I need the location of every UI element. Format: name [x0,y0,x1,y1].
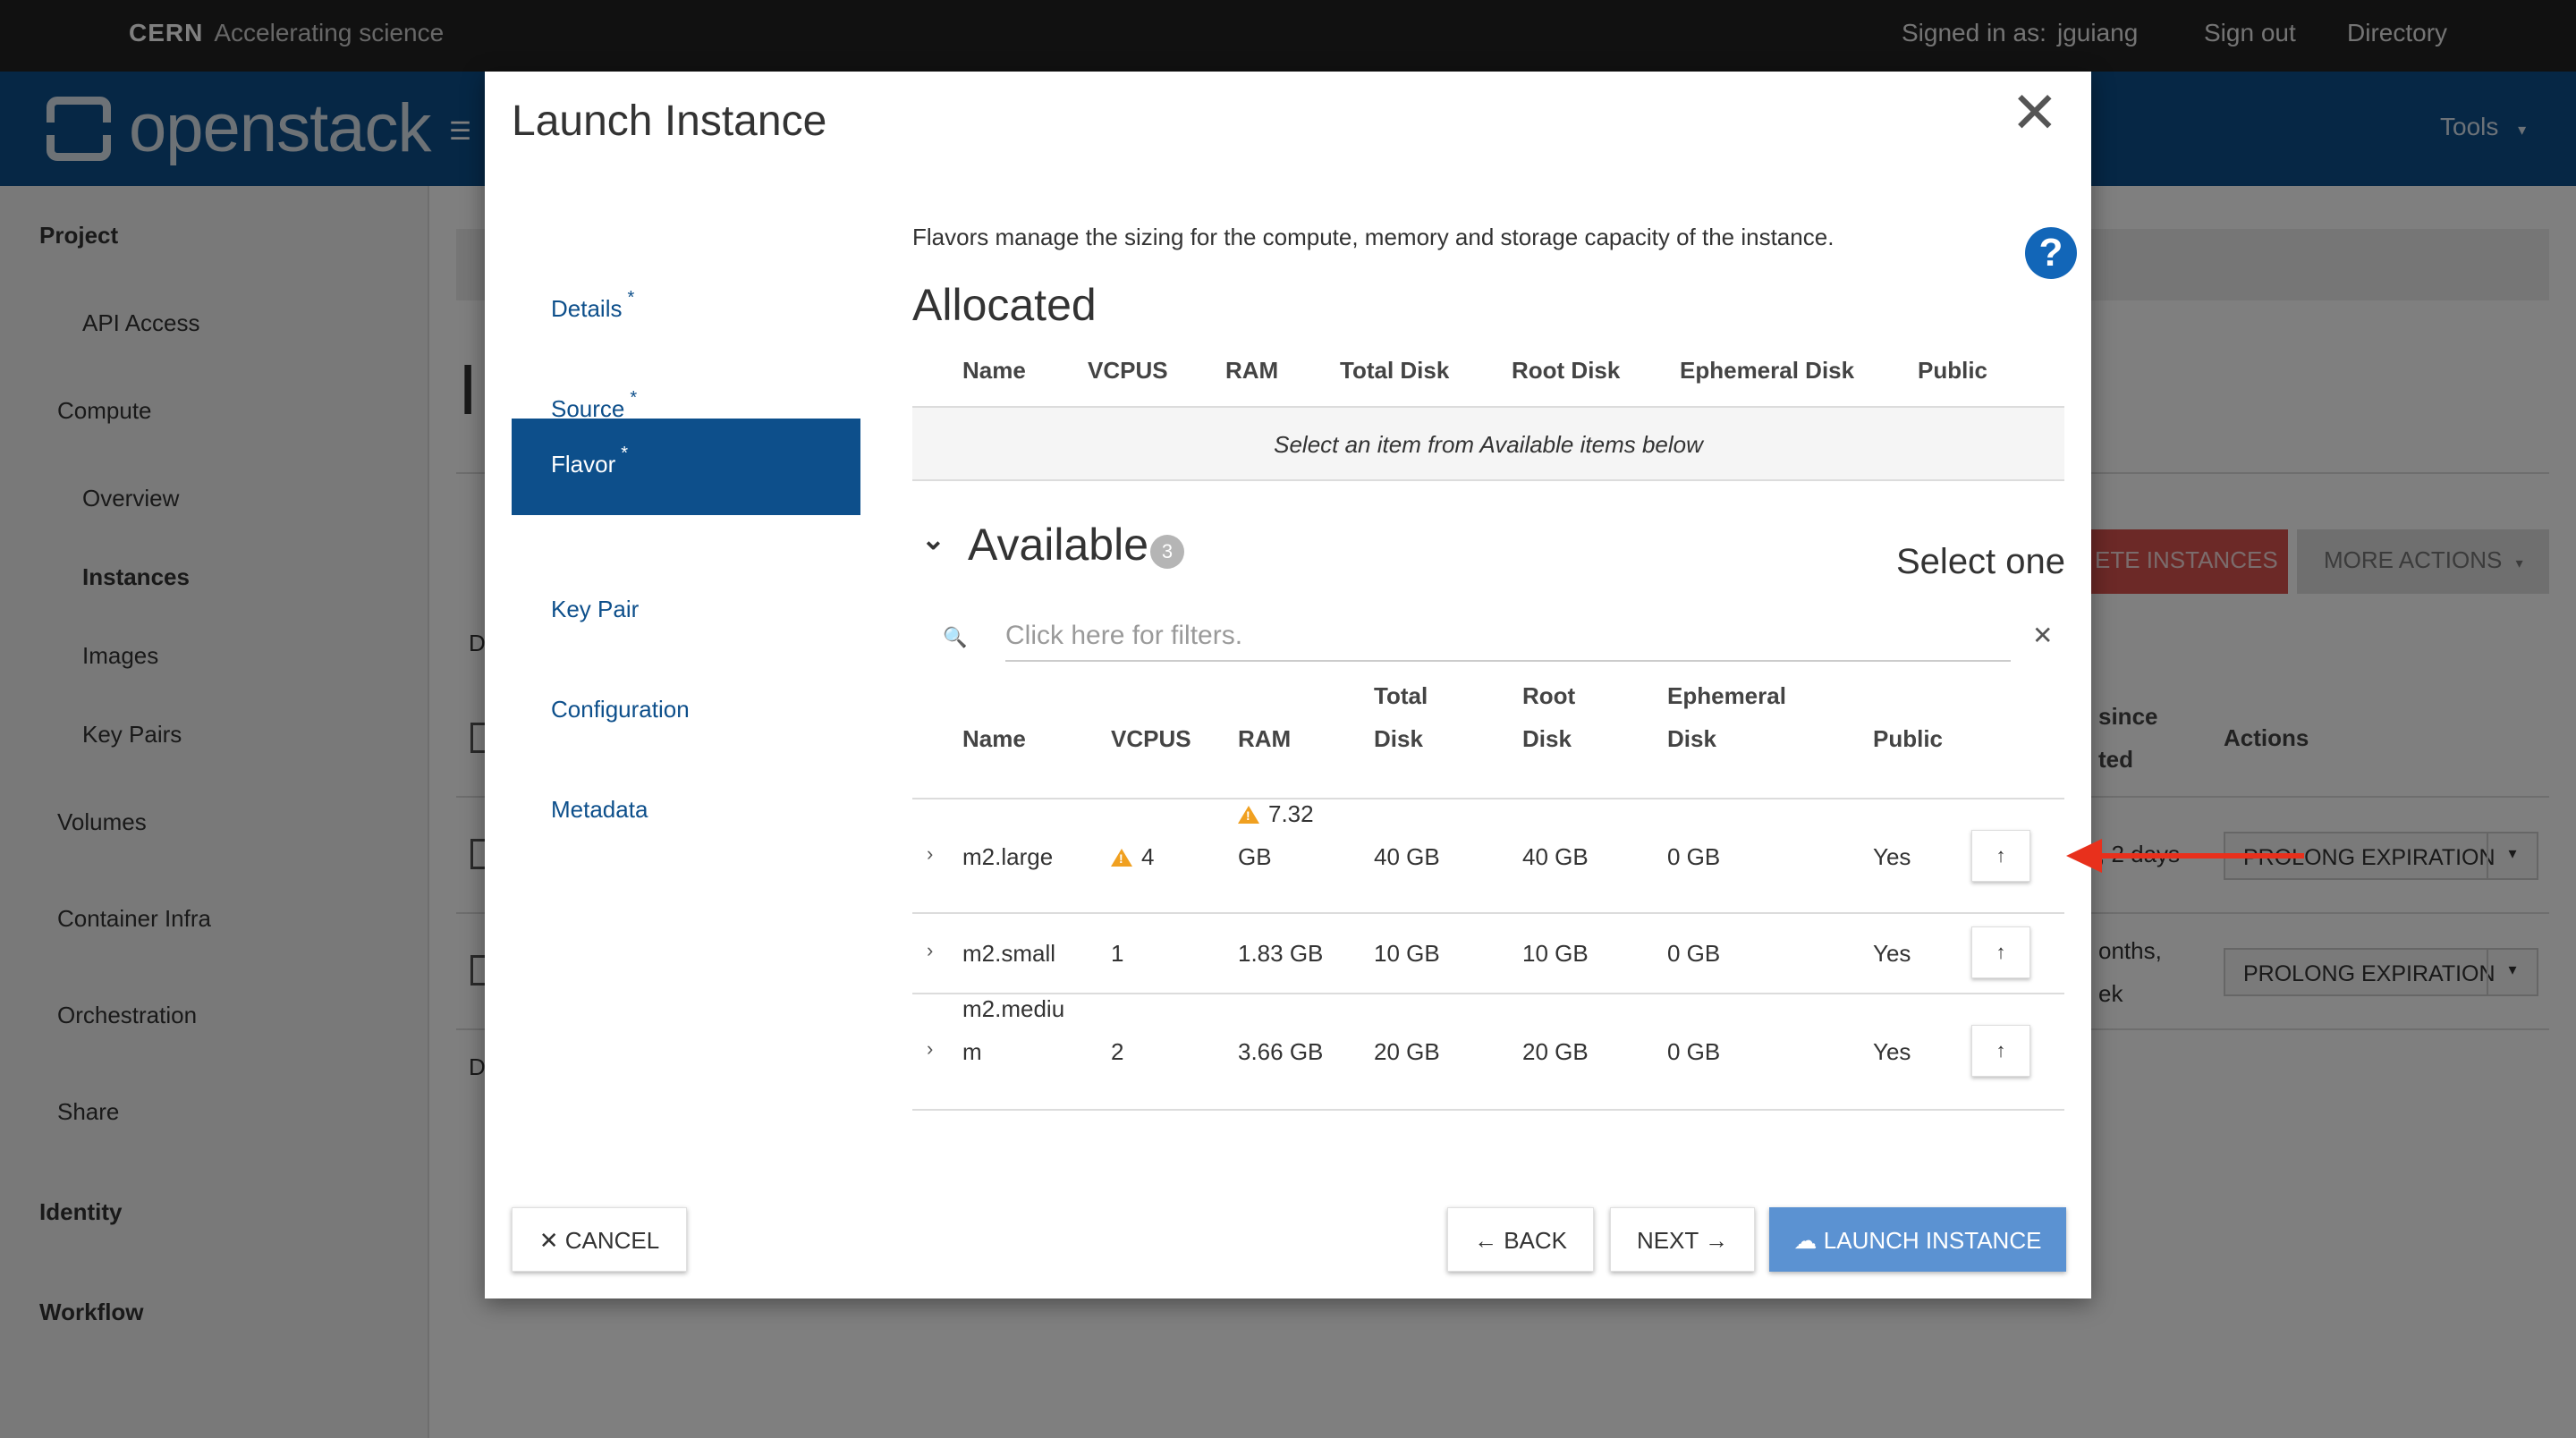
arrow-up-icon: ↑ [1996,1039,2006,1062]
table-row[interactable]: › m2.large 4 7.32 GB 40 GB 40 GB 0 GB Ye… [912,798,2064,914]
flavor-ephemeral-disk: 0 GB [1667,843,1721,870]
flavor-ephemeral-disk: 0 GB [1667,940,1721,967]
flavor-vcpus: 2 [1111,1038,1124,1065]
wizard-step-configuration[interactable]: Configuration [512,664,860,760]
flavor-public: Yes [1873,940,1911,967]
flavor-public: Yes [1873,843,1911,870]
allocated-col-ram[interactable]: RAM [1225,349,1278,392]
back-button[interactable]: ← BACK [1447,1207,1594,1272]
modal-title: Launch Instance [512,97,827,145]
flavor-public: Yes [1873,1038,1911,1065]
allocated-col-name[interactable]: Name [962,349,1026,392]
allocated-col-vcpus[interactable]: VCPUS [1088,349,1168,392]
step-label: Configuration [551,696,690,723]
available-col-vcpus[interactable]: VCPUS [1111,717,1191,760]
wizard-step-key-pair[interactable]: Key Pair [512,563,860,660]
available-col-total-disk-2: Disk [1374,725,1423,752]
chevron-right-icon[interactable]: › [927,1037,933,1061]
vcpus-value: 4 [1141,843,1155,870]
wizard-step-details[interactable]: Details * [512,263,860,360]
annotation-arrow-head-icon [2066,839,2102,873]
table-row[interactable]: › m2.small 1 1.83 GB 10 GB 10 GB 0 GB Ye… [912,914,2064,994]
flavor-vcpus: 1 [1111,940,1124,967]
available-count-badge: 3 [1150,535,1184,569]
clear-filter-icon[interactable]: ✕ [2032,621,2053,650]
chevron-right-icon[interactable]: › [927,842,933,866]
available-col-total-disk[interactable]: Total [1374,674,1428,717]
search-icon: 🔍 [943,626,968,648]
arrow-up-icon: ↑ [1996,844,2006,867]
flavor-total-disk: 20 GB [1374,1038,1440,1065]
annotation-arrow [2089,853,2304,859]
flavor-ram: 7.32 [1238,792,1314,835]
required-marker: * [621,444,629,463]
required-marker: * [627,288,635,308]
flavor-name-2: m [962,1038,982,1065]
available-col-root-disk[interactable]: Root [1522,674,1575,717]
launch-instance-button[interactable]: ☁ LAUNCH INSTANCE [1769,1207,2066,1272]
step-label: Flavor [551,451,616,478]
close-icon[interactable]: ✕ [2011,84,2059,141]
chevron-down-icon[interactable]: ⌄ [921,522,945,556]
flavor-total-disk: 10 GB [1374,940,1440,967]
available-col-root-disk-2: Disk [1522,725,1572,752]
next-button[interactable]: NEXT → [1610,1207,1755,1272]
table-row[interactable]: › m2.mediu m 2 3.66 GB 20 GB 20 GB 0 GB … [912,994,2064,1111]
allocate-button[interactable]: ↑ [1971,926,2030,978]
flavor-name: m2.small [962,940,1056,967]
flavor-ram-unit: GB [1238,843,1272,870]
step-label: Details [551,295,623,322]
ram-value: 7.32 [1268,800,1314,827]
cancel-button[interactable]: ✕ CANCEL [512,1207,687,1272]
available-heading[interactable]: Available [968,519,1148,571]
step-label: Metadata [551,796,648,823]
flavor-vcpus: 4 [1111,835,1154,878]
flavor-ephemeral-disk: 0 GB [1667,1038,1721,1065]
available-col-public[interactable]: Public [1873,717,1943,760]
allocate-button[interactable]: ↑ [1971,830,2030,882]
available-col-ram[interactable]: RAM [1238,717,1291,760]
filter-input[interactable] [1005,612,2011,662]
launch-instance-modal: Launch Instance ✕ Details * Source * Flavo… [485,72,2091,1298]
step-label: Key Pair [551,596,640,622]
allocated-empty-message: Select an item from Available items belo… [912,408,2064,481]
arrow-up-icon: ↑ [1996,941,2006,963]
warning-icon [1111,849,1132,867]
allocated-col-ephemeral-disk[interactable]: Ephemeral Disk [1680,349,1854,392]
flavor-name: m2.large [962,843,1054,870]
flavor-root-disk: 40 GB [1522,843,1589,870]
allocated-col-total-disk[interactable]: Total Disk [1340,349,1449,392]
flavor-total-disk: 40 GB [1374,843,1440,870]
allocated-col-public[interactable]: Public [1918,349,1987,392]
available-col-name[interactable]: Name [962,717,1026,760]
chevron-right-icon[interactable]: › [927,939,933,962]
flavor-ram: 3.66 GB [1238,1038,1324,1065]
flavor-ram: 1.83 GB [1238,940,1324,967]
flavor-root-disk: 10 GB [1522,940,1589,967]
allocated-col-root-disk[interactable]: Root Disk [1512,349,1620,392]
help-icon[interactable]: ? [2025,227,2077,279]
flavor-help-text: Flavors manage the sizing for the comput… [912,224,1835,250]
warning-icon [1238,806,1259,824]
wizard-step-flavor[interactable]: Flavor * [512,419,860,515]
allocate-button[interactable]: ↑ [1971,1025,2030,1077]
flavor-root-disk: 20 GB [1522,1038,1589,1065]
available-col-ephemeral-disk-2: Disk [1667,725,1716,752]
allocated-heading: Allocated [912,280,1097,330]
flavor-name: m2.mediu [962,995,1065,1022]
available-col-ephemeral-disk[interactable]: Ephemeral [1667,674,1786,717]
wizard-step-metadata[interactable]: Metadata [512,764,860,860]
required-marker: * [630,388,638,408]
select-one-label: Select one [1896,542,2066,581]
